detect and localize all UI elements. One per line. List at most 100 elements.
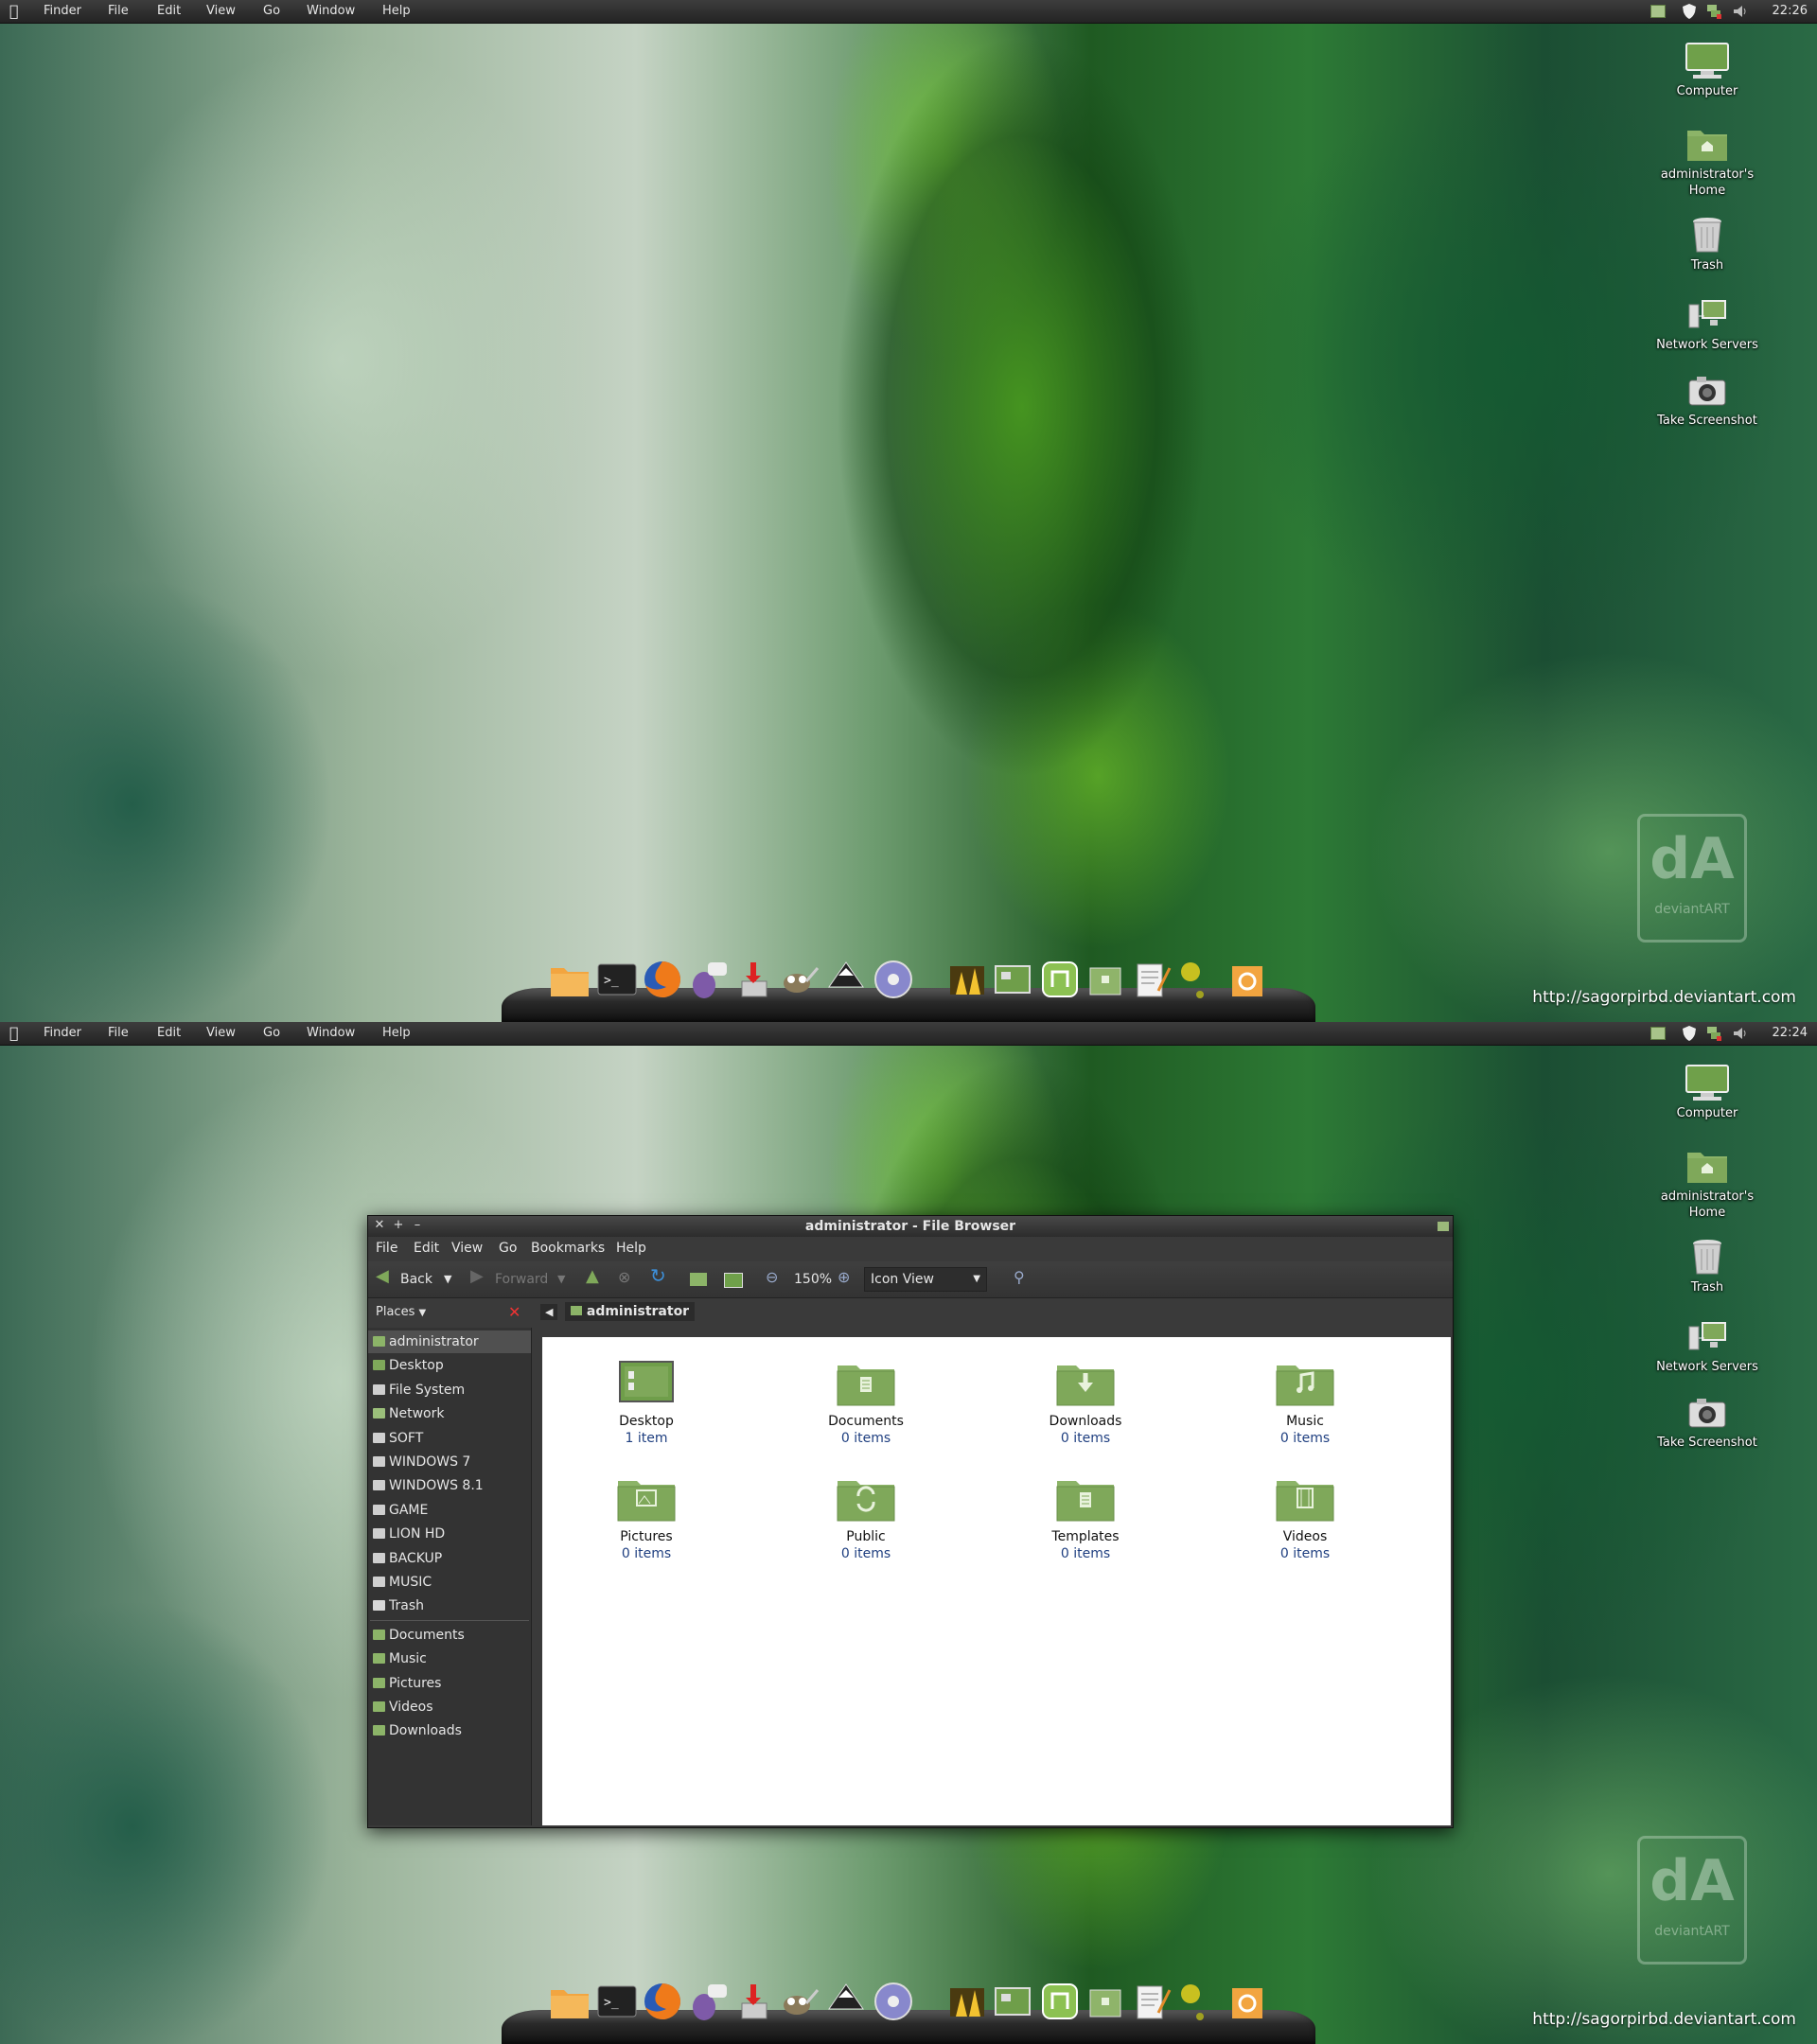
fb-menu-help[interactable]: Help: [616, 1241, 646, 1256]
sidebar-item[interactable]: SOFT: [368, 1427, 531, 1450]
menu-help[interactable]: Help: [382, 4, 411, 19]
dock-lamp-icon[interactable]: [1175, 959, 1217, 1000]
file-item-desktop[interactable]: Desktop 1 item: [571, 1356, 722, 1447]
desktop-icon-take-screenshot[interactable]: Take Screenshot: [1647, 1393, 1768, 1451]
apple-icon[interactable]: : [9, 2, 26, 21]
computer-icon[interactable]: [724, 1273, 743, 1288]
sidebar-item[interactable]: Documents: [368, 1624, 531, 1647]
path-back-icon[interactable]: ◀: [540, 1304, 558, 1320]
zoom-in-icon[interactable]: ⊕: [838, 1269, 850, 1286]
keyboard-tray-icon[interactable]: [1650, 5, 1666, 18]
dock-recycle-icon[interactable]: [1226, 1981, 1268, 2022]
zoom-out-icon[interactable]: ⊖: [766, 1269, 778, 1286]
reload-icon[interactable]: ↻: [650, 1266, 666, 1285]
sidebar-item[interactable]: WINDOWS 7: [368, 1451, 531, 1473]
desktop-icon-take-screenshot[interactable]: Take Screenshot: [1647, 371, 1768, 429]
menu-view[interactable]: View: [206, 1026, 236, 1041]
desktop-icon-computer[interactable]: Computer: [1647, 42, 1768, 99]
dock-disc-icon[interactable]: [873, 1981, 914, 2022]
shield-tray-icon[interactable]: [1681, 3, 1698, 20]
menu-go[interactable]: Go: [263, 1026, 280, 1041]
dock-inkscape-icon[interactable]: [825, 959, 867, 1000]
dock-archive-icon[interactable]: [1085, 959, 1126, 1000]
home-icon[interactable]: [690, 1273, 707, 1286]
file-item-videos[interactable]: Videos 0 items: [1229, 1471, 1381, 1562]
menu-finder[interactable]: Finder: [44, 4, 81, 19]
fb-menu-file[interactable]: File: [376, 1241, 397, 1256]
file-item-templates[interactable]: Templates 0 items: [1010, 1471, 1161, 1562]
stop-icon[interactable]: ⊗: [618, 1269, 630, 1286]
menu-file[interactable]: File: [108, 1026, 129, 1041]
sidebar-item[interactable]: Trash: [368, 1595, 531, 1617]
sidebar-item[interactable]: Desktop: [368, 1354, 531, 1377]
menu-file[interactable]: File: [108, 4, 129, 19]
back-history-chevron-icon[interactable]: ▼: [444, 1271, 451, 1288]
back-button[interactable]: Back: [400, 1271, 432, 1288]
view-mode-select[interactable]: Icon View ▼: [864, 1267, 987, 1292]
search-icon[interactable]: ⚲: [1014, 1269, 1025, 1286]
dock-pidgin-icon[interactable]: [687, 959, 729, 1000]
menu-view[interactable]: View: [206, 4, 236, 19]
dock-terminal-icon[interactable]: >_: [596, 959, 638, 1000]
sidebar-item[interactable]: File System: [368, 1379, 531, 1401]
menu-go[interactable]: Go: [263, 4, 280, 19]
desktop-icon-network-servers[interactable]: Network Servers: [1647, 1317, 1768, 1375]
dock-gimp-icon[interactable]: [778, 1981, 820, 2022]
path-button-administrator[interactable]: administrator: [565, 1302, 696, 1321]
dock-installer-icon[interactable]: [732, 1981, 774, 2022]
clock[interactable]: 22:26: [1773, 4, 1808, 19]
sidebar-item[interactable]: LION HD: [368, 1523, 531, 1545]
shield-tray-icon[interactable]: [1681, 1025, 1698, 1042]
menu-edit[interactable]: Edit: [157, 4, 181, 19]
dock-gimp-icon[interactable]: [778, 959, 820, 1000]
sidebar-item[interactable]: administrator: [368, 1330, 531, 1353]
sidebar-item[interactable]: Downloads: [368, 1719, 531, 1742]
sidebar-item[interactable]: MUSIC: [368, 1571, 531, 1594]
dock-pidgin-icon[interactable]: [687, 1981, 729, 2022]
up-arrow-icon[interactable]: ▲: [586, 1268, 599, 1285]
dock-firefox-icon[interactable]: [642, 959, 683, 1000]
places-dropdown[interactable]: Places ▼: [376, 1305, 426, 1319]
desktop-icon-trash[interactable]: Trash: [1647, 216, 1768, 273]
close-sidebar-icon[interactable]: ✕: [508, 1303, 520, 1321]
desktop-icon-computer[interactable]: Computer: [1647, 1064, 1768, 1121]
menu-window[interactable]: Window: [307, 1026, 355, 1041]
keyboard-tray-icon[interactable]: [1650, 1027, 1666, 1040]
menu-edit[interactable]: Edit: [157, 1026, 181, 1041]
sidebar-item[interactable]: WINDOWS 8.1: [368, 1474, 531, 1497]
menu-finder[interactable]: Finder: [44, 1026, 81, 1041]
dock-photo-icon[interactable]: [946, 1981, 988, 2022]
clock[interactable]: 22:24: [1773, 1026, 1808, 1041]
dock-folder-icon[interactable]: [549, 1981, 591, 2022]
fb-menu-bookmarks[interactable]: Bookmarks: [531, 1241, 605, 1256]
window-menu-icon[interactable]: [1438, 1222, 1449, 1231]
dock-mint-icon[interactable]: [1039, 959, 1081, 1000]
forward-button[interactable]: Forward: [495, 1271, 548, 1288]
fb-menu-go[interactable]: Go: [499, 1241, 517, 1256]
file-item-music[interactable]: Music 0 items: [1229, 1356, 1381, 1447]
dock-folder-icon[interactable]: [549, 959, 591, 1000]
dock-presentation-icon[interactable]: [992, 959, 1033, 1000]
forward-arrow-icon[interactable]: ▶: [470, 1268, 484, 1285]
window-titlebar[interactable]: ✕ + – administrator - File Browser: [368, 1216, 1453, 1237]
desktop-icon-trash[interactable]: Trash: [1647, 1238, 1768, 1295]
dock-disc-icon[interactable]: [873, 959, 914, 1000]
desktop-icon-network-servers[interactable]: Network Servers: [1647, 295, 1768, 353]
menu-help[interactable]: Help: [382, 1026, 411, 1041]
network-tray-icon[interactable]: [1705, 1025, 1722, 1042]
dock-firefox-icon[interactable]: [642, 1981, 683, 2022]
volume-tray-icon[interactable]: [1732, 3, 1749, 20]
dock-archive-icon[interactable]: [1085, 1981, 1126, 2022]
sidebar-item[interactable]: Videos: [368, 1696, 531, 1718]
sidebar-item[interactable]: Pictures: [368, 1672, 531, 1695]
dock-presentation-icon[interactable]: [992, 1981, 1033, 2022]
fb-menu-view[interactable]: View: [451, 1241, 483, 1256]
dock-mint-icon[interactable]: [1039, 1981, 1081, 2022]
fb-menu-edit[interactable]: Edit: [414, 1241, 439, 1256]
sidebar-item[interactable]: Network: [368, 1402, 531, 1425]
dock-text-editor-icon[interactable]: [1130, 1981, 1172, 2022]
dock-photo-icon[interactable]: [946, 959, 988, 1000]
dock-installer-icon[interactable]: [732, 959, 774, 1000]
file-item-public[interactable]: Public 0 items: [790, 1471, 942, 1562]
desktop-icon-home[interactable]: administrator's Home: [1647, 125, 1768, 199]
